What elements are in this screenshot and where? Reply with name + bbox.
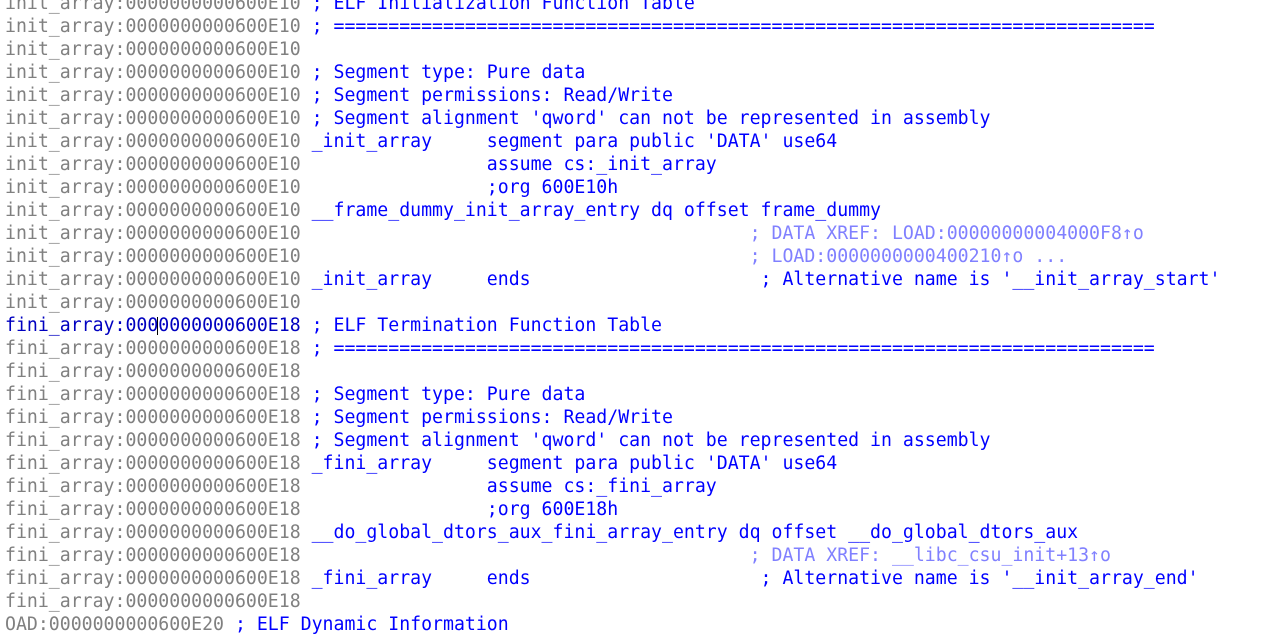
listing-line[interactable]: init_array:0000000000600E10 ; Segment al… [0,107,1265,130]
segment-address[interactable]: fini_array:0000000000600E18 [5,430,301,451]
text-cursor [157,317,158,335]
segment-address[interactable]: init_array:0000000000600E10 [5,131,301,152]
listing-line[interactable]: init_array:0000000000600E10 assume cs:_i… [0,153,1265,176]
listing-line[interactable]: fini_array:0000000000600E18 [0,360,1265,383]
listing-line[interactable]: fini_array:0000000000600E18 ;org 600E18h [0,498,1265,521]
segment-address[interactable]: init_array:0000000000600E10 [5,62,301,83]
org-directive: ;org 600E18h [300,499,619,520]
listing-line[interactable]: init_array:0000000000600E10 ; Segment ty… [0,61,1265,84]
listing-line[interactable]: fini_array:0000000000600E18 _fini_array … [0,567,1265,590]
xref-comment: ; DATA XREF: LOAD:00000000004000F8↑o [300,223,1144,244]
listing-line[interactable]: fini_array:0000000000600E18 ; ELF Termin… [0,314,1265,337]
listing-line[interactable]: fini_array:0000000000600E18 ; Segment pe… [0,406,1265,429]
segment-address[interactable]: fini_array:0000000000600E18 [5,315,301,336]
segment-address[interactable]: init_array:0000000000600E10 [5,108,301,129]
listing-line[interactable]: init_array:0000000000600E10 ; ELF Initia… [0,0,1265,15]
listing-line[interactable]: fini_array:0000000000600E18 _fini_array … [0,452,1265,475]
segment-address[interactable]: fini_array:0000000000600E18 [5,338,301,359]
comment: ; Segment type: Pure data [300,62,586,83]
instruction[interactable]: _init_array ends ; Alternative name is '… [301,269,1221,290]
segment-address[interactable]: init_array:0000000000600E10 [5,223,301,244]
listing-line[interactable]: init_array:0000000000600E10 ; DATA XREF:… [0,222,1265,245]
segment-address[interactable]: fini_array:0000000000600E18 [5,568,301,589]
org-directive: ;org 600E10h [300,177,619,198]
listing-line[interactable]: fini_array:0000000000600E18 assume cs:_f… [0,475,1265,498]
segment-address[interactable]: fini_array:0000000000600E18 [5,361,301,382]
instruction[interactable]: _fini_array segment para public 'DATA' u… [301,453,838,474]
segment-address[interactable]: init_array:0000000000600E10 [5,292,301,313]
listing-line[interactable]: init_array:0000000000600E10 _init_array … [0,268,1265,291]
disassembly-listing[interactable]: init_array:0000000000600E10 ; ELF Initia… [0,0,1265,636]
segment-address[interactable]: fini_array:0000000000600E18 [5,591,301,612]
listing-line[interactable]: fini_array:0000000000600E18 ; Segment ty… [0,383,1265,406]
listing-line[interactable]: fini_array:0000000000600E18 [0,590,1265,613]
listing-line[interactable]: fini_array:0000000000600E18 ; DATA XREF:… [0,544,1265,567]
instruction[interactable]: assume cs:_init_array [301,154,717,175]
segment-address[interactable]: init_array:0000000000600E10 [5,154,301,175]
instruction[interactable]: __frame_dummy_init_array_entry dq offset… [301,200,881,221]
instruction[interactable]: __do_global_dtors_aux_fini_array_entry d… [301,522,1079,543]
segment-address[interactable]: fini_array:0000000000600E18 [5,522,301,543]
comment: ; Segment alignment 'qword' can not be r… [300,430,991,451]
segment-address[interactable]: init_array:0000000000600E10 [5,200,301,221]
segment-address[interactable]: fini_array:0000000000600E18 [5,545,301,566]
listing-line[interactable]: init_array:0000000000600E10 _init_array … [0,130,1265,153]
xref-comment: ; DATA XREF: __libc_csu_init+13↑o [300,545,1111,566]
listing-line[interactable]: fini_array:0000000000600E18 ; ==========… [0,337,1265,360]
instruction[interactable]: _init_array segment para public 'DATA' u… [301,131,838,152]
segment-address[interactable]: init_array:0000000000600E10 [5,269,301,290]
comment: ; Segment permissions: Read/Write [300,85,673,106]
comment: ; ======================================… [300,338,1155,359]
segment-address[interactable]: init_array:0000000000600E10 [5,39,301,60]
listing-line[interactable]: init_array:0000000000600E10 ;org 600E10h [0,176,1265,199]
listing-line[interactable]: init_array:0000000000600E10 __frame_dumm… [0,199,1265,222]
comment: ; ELF Termination Function Table [300,315,662,336]
segment-address[interactable]: fini_array:0000000000600E18 [5,453,301,474]
segment-address[interactable]: init_array:0000000000600E10 [5,16,301,37]
listing-line[interactable]: fini_array:0000000000600E18 ; Segment al… [0,429,1265,452]
segment-address[interactable]: init_array:0000000000600E10 [5,177,301,198]
comment: ; ======================================… [300,16,1155,37]
segment-address[interactable]: fini_array:0000000000600E18 [5,407,301,428]
comment: ; Segment type: Pure data [300,384,586,405]
segment-address[interactable]: fini_array:0000000000600E18 [5,476,301,497]
segment-address[interactable]: init_array:0000000000600E10 [5,246,301,267]
comment: ; Segment permissions: Read/Write [300,407,673,428]
listing-line[interactable]: init_array:0000000000600E10 ; ==========… [0,15,1265,38]
segment-address[interactable]: fini_array:0000000000600E18 [5,499,301,520]
segment-address[interactable]: fini_array:0000000000600E18 [5,384,301,405]
instruction[interactable]: assume cs:_fini_array [301,476,717,497]
instruction[interactable]: _fini_array ends ; Alternative name is '… [301,568,1199,589]
listing-line[interactable]: init_array:0000000000600E10 [0,291,1265,314]
listing-line[interactable]: fini_array:0000000000600E18 __do_global_… [0,521,1265,544]
segment-address[interactable]: init_array:0000000000600E10 [5,85,301,106]
comment: ; Segment alignment 'qword' can not be r… [300,108,991,129]
listing-line[interactable]: init_array:0000000000600E10 [0,38,1265,61]
listing-line[interactable]: init_array:0000000000600E10 ; LOAD:00000… [0,245,1265,268]
segment-address[interactable]: init_array:0000000000600E10 [5,0,301,14]
org-directive: ; LOAD:0000000000400210↑o ... [300,246,1068,267]
listing-line[interactable]: init_array:0000000000600E10 ; Segment pe… [0,84,1265,107]
comment: ; ELF Initialization Function Table [300,0,695,14]
